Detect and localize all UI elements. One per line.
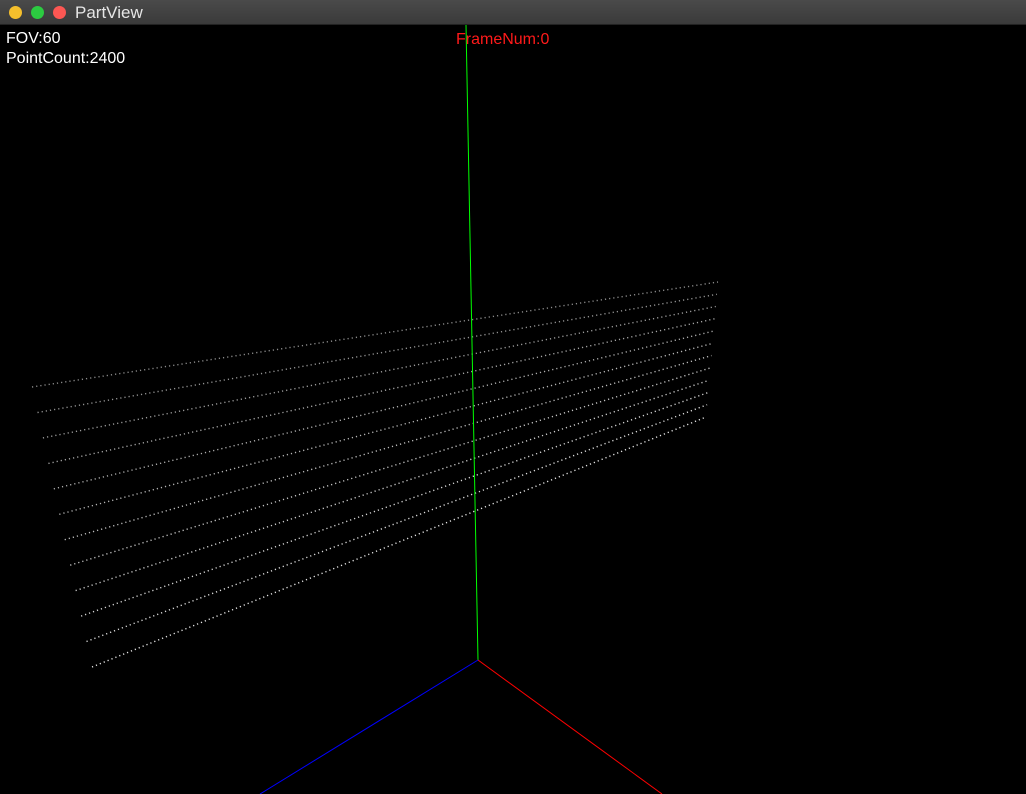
point-line <box>69 367 711 566</box>
point-line <box>91 416 707 668</box>
window-title: PartView <box>75 3 143 22</box>
point-line <box>75 379 710 592</box>
frame-number-readout: FrameNum:0 <box>456 31 550 48</box>
fov-readout: FOV:60 <box>6 30 61 47</box>
partview-window: PartView FOV:60 PointCount:2400 FrameNum… <box>0 0 1026 794</box>
point-line <box>53 330 714 490</box>
y-axis <box>465 25 479 661</box>
point-count-readout: PointCount:2400 <box>6 50 126 67</box>
point-line <box>80 391 709 617</box>
point-cloud-canvas[interactable] <box>0 25 1026 794</box>
point-line <box>37 293 718 414</box>
point-line <box>64 354 712 541</box>
x-axis <box>477 659 663 794</box>
point-line <box>42 305 716 439</box>
point-line <box>59 342 713 515</box>
close-button[interactable] <box>53 6 66 19</box>
point-line <box>31 281 719 388</box>
zoom-button[interactable] <box>31 6 44 19</box>
point-line <box>48 318 715 465</box>
3d-viewport[interactable]: FOV:60 PointCount:2400 FrameNum:0 <box>0 25 1026 794</box>
point-cloud <box>31 281 719 668</box>
minimize-button[interactable] <box>9 6 22 19</box>
point-line <box>86 404 708 643</box>
z-axis <box>259 659 479 794</box>
title-bar[interactable]: PartView <box>0 0 1026 25</box>
